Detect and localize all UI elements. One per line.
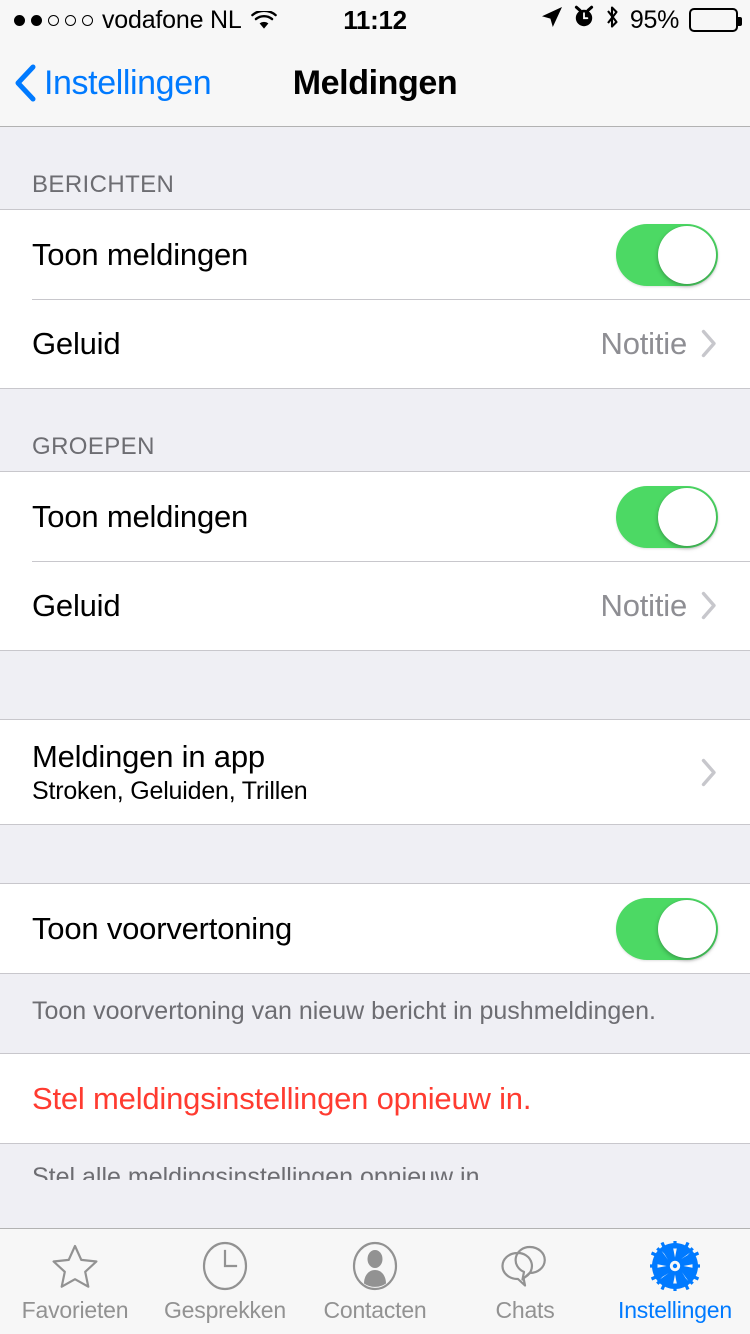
section-spacer — [0, 651, 750, 719]
row-show-preview[interactable]: Toon voorvertoning — [0, 884, 750, 973]
footer-note-reset: Stel alle meldingsinstellingen opnieuw i… — [0, 1144, 750, 1181]
tab-label: Instellingen — [618, 1296, 732, 1323]
battery-icon — [689, 8, 742, 32]
footer-note-preview: Toon voorvertoning van nieuw bericht in … — [0, 974, 750, 1054]
row-text-stack: Meldingen in app Stroken, Geluiden, Tril… — [32, 739, 701, 806]
section-groepen: Toon meldingen Geluid Notitie — [0, 471, 750, 651]
row-label: Geluid — [32, 587, 121, 623]
alarm-clock-icon — [573, 5, 595, 35]
row-subtitle: Stroken, Geluiden, Trillen — [32, 776, 308, 805]
phone-screen: vodafone NL 11:12 95% Instellingen Meldi… — [0, 0, 750, 1334]
chat-bubbles-icon — [498, 1240, 552, 1292]
row-label: Toon meldingen — [32, 498, 249, 534]
row-value: Notitie — [600, 587, 688, 623]
chevron-right-icon — [701, 758, 718, 787]
tab-bar: Favorieten Gesprekken Contacten Chats In… — [0, 1228, 750, 1334]
section-header-groepen: GROEPEN — [32, 433, 155, 460]
row-label: Stel meldingsinstellingen opnieuw in. — [32, 1080, 532, 1116]
tab-contacten[interactable]: Contacten — [300, 1229, 450, 1334]
section-spacer — [0, 825, 750, 883]
nav-bar: Instellingen Meldingen — [0, 40, 750, 127]
clock-icon — [202, 1240, 248, 1292]
row-label: Toon meldingen — [32, 236, 249, 272]
location-arrow-icon — [541, 6, 563, 35]
row-berichten-show-notifications[interactable]: Toon meldingen — [0, 210, 750, 299]
row-reset-notification-settings[interactable]: Stel meldingsinstellingen opnieuw in. — [0, 1054, 750, 1144]
toggle-berichten-show-notifications[interactable] — [616, 223, 718, 286]
row-label: Meldingen in app — [32, 738, 265, 774]
row-groepen-sound[interactable]: Geluid Notitie — [0, 561, 750, 650]
tab-chats[interactable]: Chats — [450, 1229, 600, 1334]
section-in-app: Meldingen in app Stroken, Geluiden, Tril… — [0, 719, 750, 825]
row-label: Toon voorvertoning — [32, 910, 293, 946]
gear-icon — [649, 1240, 701, 1292]
row-berichten-sound[interactable]: Geluid Notitie — [0, 299, 750, 388]
tab-label: Gesprekken — [163, 1296, 286, 1323]
page-title: Meldingen — [292, 63, 458, 102]
bluetooth-icon — [605, 5, 620, 36]
tab-label: Chats — [495, 1296, 555, 1323]
toggle-groepen-show-notifications[interactable] — [616, 485, 718, 548]
row-label: Geluid — [32, 325, 121, 361]
row-groepen-show-notifications[interactable]: Toon meldingen — [0, 472, 750, 561]
section-header-berichten: BERICHTEN — [32, 171, 175, 198]
tab-label: Favorieten — [21, 1296, 129, 1323]
tab-label: Contacten — [323, 1296, 427, 1323]
tab-gesprekken[interactable]: Gesprekken — [150, 1229, 300, 1334]
row-in-app-notifications[interactable]: Meldingen in app Stroken, Geluiden, Tril… — [0, 720, 750, 824]
chevron-right-icon — [701, 329, 718, 358]
star-icon — [51, 1240, 99, 1292]
row-value: Notitie — [600, 325, 688, 361]
status-bar-right: 95% — [541, 5, 742, 36]
tab-favorieten[interactable]: Favorieten — [0, 1229, 150, 1334]
battery-percent-label: 95% — [629, 5, 679, 34]
settings-list[interactable]: BERICHTEN Toon meldingen Geluid Notitie … — [0, 127, 750, 1228]
tab-instellingen[interactable]: Instellingen — [600, 1229, 750, 1334]
chevron-right-icon — [701, 591, 718, 620]
section-berichten: Toon meldingen Geluid Notitie — [0, 209, 750, 389]
toggle-show-preview[interactable] — [616, 897, 718, 960]
person-icon — [352, 1240, 398, 1292]
section-preview: Toon voorvertoning — [0, 883, 750, 974]
status-bar: vodafone NL 11:12 95% — [0, 0, 750, 40]
section-reset: Stel meldingsinstellingen opnieuw in. — [0, 1053, 750, 1145]
